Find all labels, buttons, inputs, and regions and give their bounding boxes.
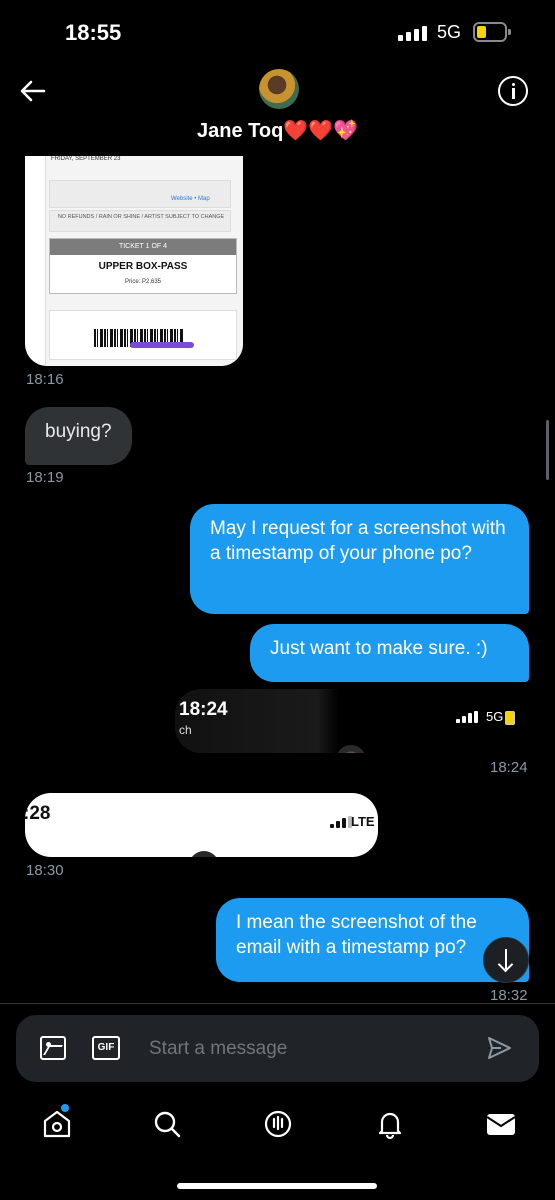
contact-name-text: Jane Toq bbox=[196, 120, 284, 142]
ticket-image-message[interactable]: FRIDAY, SEPTEMBER 23 Website • Map NO RE… bbox=[25, 156, 243, 366]
outgoing-message[interactable]: Just want to make sure. :) bbox=[250, 624, 529, 682]
status-time: 18:55 bbox=[65, 20, 122, 45]
message-input[interactable] bbox=[149, 1036, 449, 1062]
battery-icon bbox=[473, 22, 511, 42]
gif-button[interactable]: GIF bbox=[92, 1036, 120, 1060]
redaction-scribble bbox=[130, 342, 194, 348]
name-emojis: ❤️❤️💖 bbox=[283, 120, 359, 142]
conversation-header: Jane Toq❤️❤️💖 bbox=[0, 64, 555, 156]
notifications-icon[interactable] bbox=[373, 1107, 407, 1141]
screenshot-network: LTE bbox=[351, 814, 375, 829]
contact-name[interactable]: Jane Toq❤️❤️💖 bbox=[0, 118, 555, 143]
message-timestamp: 18:24 bbox=[490, 759, 528, 776]
bottom-tab-bar bbox=[0, 1095, 555, 1155]
incoming-screenshot-message[interactable]: :28 LTE bbox=[25, 793, 378, 857]
outgoing-screenshot-message[interactable]: 18:24 ch 5G bbox=[175, 689, 531, 753]
ticket-row bbox=[49, 180, 231, 208]
message-composer: GIF bbox=[16, 1015, 539, 1082]
screenshot-time: :28 bbox=[25, 803, 51, 824]
screenshot-signal-icon bbox=[456, 711, 478, 723]
ticket-date: FRIDAY, SEPTEMBER 23 bbox=[51, 156, 121, 162]
ticket-pass-name: UPPER BOX-PASS bbox=[98, 261, 188, 272]
barcode bbox=[49, 310, 237, 360]
screenshot-avatar bbox=[336, 745, 366, 753]
spaces-icon[interactable] bbox=[261, 1107, 295, 1141]
screenshot-network: 5G bbox=[486, 709, 504, 724]
home-indicator[interactable] bbox=[177, 1183, 377, 1189]
screenshot-time: 18:24 bbox=[179, 699, 228, 720]
message-timestamp: 18:19 bbox=[26, 469, 64, 486]
network-type: 5G bbox=[437, 22, 462, 42]
contact-avatar[interactable] bbox=[259, 69, 299, 109]
home-icon[interactable] bbox=[40, 1107, 74, 1141]
screenshot-battery-icon bbox=[505, 711, 515, 725]
status-bar: 18:55 5G bbox=[0, 0, 555, 64]
ticket-box: TICKET 1 OF 4 UPPER BOX-PASS Price: P2,6… bbox=[49, 238, 237, 294]
screenshot-avatar bbox=[189, 851, 219, 857]
notification-dot bbox=[61, 1104, 69, 1112]
scroll-to-bottom-button[interactable] bbox=[483, 937, 529, 983]
outgoing-message[interactable]: I mean the screenshot of the email with … bbox=[216, 898, 529, 982]
screenshot-signal-icon bbox=[330, 816, 352, 828]
ticket-notice: NO REFUNDS / RAIN OR SHINE / ARTIST SUBJ… bbox=[57, 214, 225, 220]
signal-icon bbox=[398, 26, 427, 41]
message-timestamp: 18:16 bbox=[26, 371, 64, 388]
scrollbar[interactable] bbox=[546, 420, 549, 480]
send-icon[interactable] bbox=[486, 1035, 512, 1061]
info-icon[interactable] bbox=[498, 76, 528, 106]
outgoing-message[interactable]: May I request for a screenshot with a ti… bbox=[190, 504, 529, 614]
ticket-price: Price: P2,635 bbox=[124, 279, 162, 285]
search-icon[interactable] bbox=[150, 1107, 184, 1141]
screenshot-text: ch bbox=[179, 723, 192, 737]
incoming-message[interactable]: buying? bbox=[25, 407, 132, 465]
ticket-header: TICKET 1 OF 4 bbox=[50, 239, 236, 255]
ticket-website-link: Website • Map bbox=[171, 196, 210, 202]
message-timestamp: 18:30 bbox=[26, 862, 64, 879]
back-arrow-icon[interactable] bbox=[18, 76, 48, 106]
divider bbox=[0, 1003, 555, 1004]
messages-icon[interactable] bbox=[484, 1107, 518, 1141]
message-timestamp: 18:32 bbox=[490, 987, 528, 1004]
image-icon[interactable] bbox=[40, 1036, 66, 1060]
